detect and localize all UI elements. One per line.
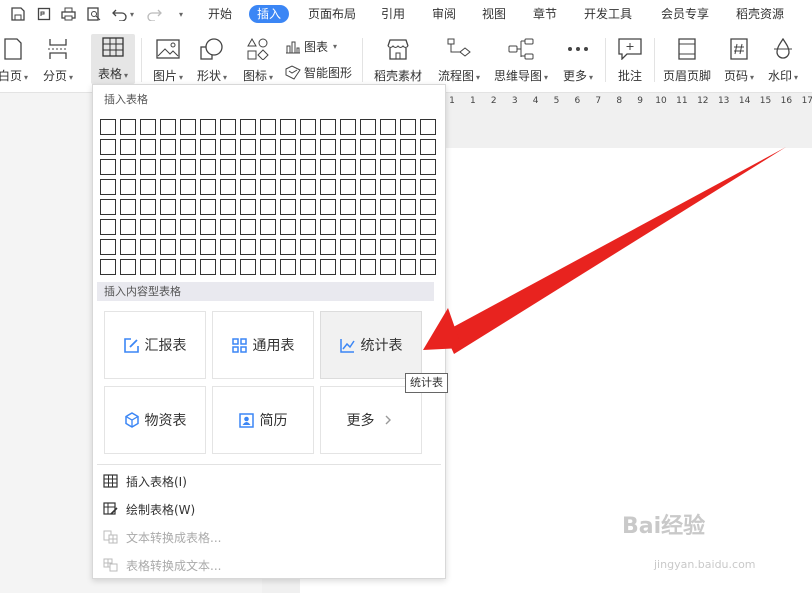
baidu-watermark-logo: Bai经验 bbox=[622, 514, 706, 539]
red-arrow-annotation bbox=[423, 147, 786, 354]
baidu-watermark-url: jingyan.baidu.com bbox=[654, 558, 756, 571]
arrow-shaft bbox=[444, 147, 786, 354]
